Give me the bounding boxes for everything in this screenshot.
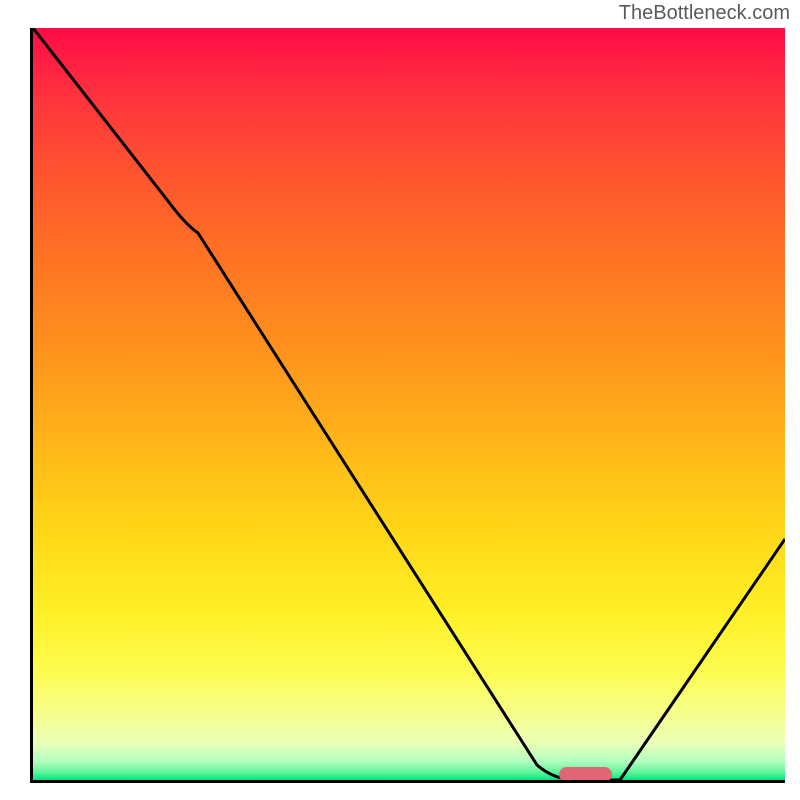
curve-svg: [33, 28, 785, 780]
bottleneck-curve-path: [33, 28, 785, 780]
plot-area: [30, 28, 785, 783]
optimal-marker: [559, 767, 612, 782]
chart-container: TheBottleneck.com: [0, 0, 800, 800]
watermark-text: TheBottleneck.com: [619, 2, 790, 25]
